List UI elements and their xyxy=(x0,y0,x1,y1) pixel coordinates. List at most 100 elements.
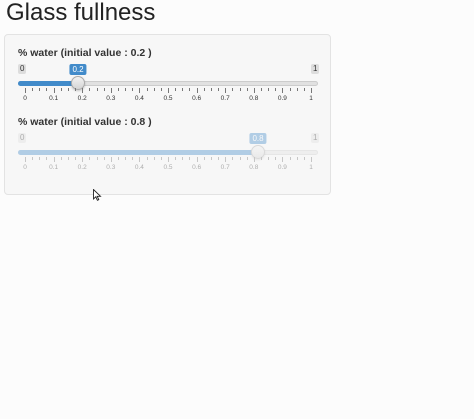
slider-tick-label: 0.2 xyxy=(77,164,87,171)
slider-minor-tick xyxy=(189,88,191,91)
slider-major-tick xyxy=(311,88,312,93)
slider-major-tick xyxy=(82,157,84,162)
slider-major-tick xyxy=(110,88,112,93)
slider-tick-label: 0.3 xyxy=(106,164,116,171)
slider-major-tick xyxy=(253,157,255,162)
water-slider-initial-08[interactable]: 0 1 0.8 0 0.1 0.2 0.3 0.4 0.5 0.6 0.7 0.8 0.9 1 xyxy=(0,133,330,193)
slider-minor-tick xyxy=(218,88,220,91)
slider-major-tick xyxy=(196,88,198,93)
slider-minor-tick xyxy=(303,88,305,91)
slider-ticks: 0 0.1 0.2 0.3 0.4 0.5 0.6 0.7 0.8 0.9 1 xyxy=(0,88,330,112)
slider-major-tick xyxy=(110,157,112,162)
slider-minor-tick xyxy=(175,88,177,91)
slider-tick-label: 0.4 xyxy=(134,164,144,171)
slider-minor-tick xyxy=(268,88,270,91)
slider-minor-tick xyxy=(246,157,248,160)
slider-minor-tick xyxy=(260,88,262,91)
slider-tick-label: 0 xyxy=(23,164,27,171)
slider-tick-label: 0.5 xyxy=(163,95,173,102)
water-slider-initial-02[interactable]: 0 1 0.2 0 0.1 0.2 0.3 0.4 0.5 0.6 0.7 0.8 0.9 1 xyxy=(0,64,330,124)
slider-minor-tick xyxy=(103,157,105,160)
slider-min-badge: 0 xyxy=(18,133,27,143)
slider-tick-label: 0.4 xyxy=(134,95,144,102)
slider-major-tick xyxy=(225,88,227,93)
slider-minor-tick xyxy=(67,157,69,160)
slider-major-tick xyxy=(196,157,198,162)
slider-minor-tick xyxy=(160,157,162,160)
slider-major-tick xyxy=(25,157,26,162)
slider-tick-label: 1 xyxy=(309,95,313,102)
slider-minor-tick xyxy=(32,157,34,160)
slider-max-badge: 1 xyxy=(311,64,320,74)
slider-minor-tick xyxy=(89,88,91,91)
slider-minor-tick xyxy=(153,88,155,91)
slider-major-tick xyxy=(139,88,141,93)
slider-minor-tick xyxy=(182,88,184,91)
slider-major-tick xyxy=(53,88,55,93)
slider-tick-label: 0.9 xyxy=(277,95,287,102)
slider-minor-tick xyxy=(117,88,119,91)
slider-value-badge: 0.2 xyxy=(69,64,87,75)
slider-tick-label: 0.1 xyxy=(49,95,59,102)
slider-ticks: 0 0.1 0.2 0.3 0.4 0.5 0.6 0.7 0.8 0.9 1 xyxy=(0,157,330,181)
slider-tick-label: 0.6 xyxy=(192,164,202,171)
slider-major-tick xyxy=(311,157,312,162)
slider-tick-label: 0.2 xyxy=(77,95,87,102)
slider-tick-label: 0.5 xyxy=(163,164,173,171)
slider-minor-tick xyxy=(39,88,41,91)
slider-minor-tick xyxy=(60,88,62,91)
slider-minor-tick xyxy=(60,157,62,160)
slider-minor-tick xyxy=(132,157,134,160)
slider-tick-label: 0.9 xyxy=(277,164,287,171)
slider-minor-tick xyxy=(160,88,162,91)
slider-minor-tick xyxy=(182,157,184,160)
slider-minor-tick xyxy=(75,157,77,160)
slider-major-tick xyxy=(139,157,141,162)
slider-major-tick xyxy=(282,88,284,93)
slider-tick-label: 0.3 xyxy=(106,95,116,102)
slider-tick-label: 0.1 xyxy=(49,164,59,171)
slider-minor-tick xyxy=(275,157,277,160)
slider-minor-tick xyxy=(96,88,98,91)
slider-minor-tick xyxy=(132,88,134,91)
slider-minor-tick xyxy=(189,157,191,160)
slider-tick-label: 1 xyxy=(309,164,313,171)
slider-major-tick xyxy=(168,88,169,93)
slider-value-badge: 0.8 xyxy=(249,133,267,144)
slider-minor-tick xyxy=(96,157,98,160)
slider-minor-tick xyxy=(289,157,291,160)
mouse-pointer-icon xyxy=(93,189,102,201)
slider-minor-tick xyxy=(32,88,34,91)
slider-label-initial-02: % water (initial value : 0.2 ) xyxy=(18,47,152,59)
slider-tick-label: 0.7 xyxy=(220,164,230,171)
slider-major-tick xyxy=(282,157,284,162)
slider-minor-tick xyxy=(153,157,155,160)
slider-tick-label: 0.8 xyxy=(249,95,259,102)
slider-major-tick xyxy=(225,157,227,162)
slider-minor-tick xyxy=(239,157,241,160)
slider-minor-tick xyxy=(218,157,220,160)
slider-minor-tick xyxy=(146,157,148,160)
slider-major-tick xyxy=(253,88,255,93)
slider-minor-tick xyxy=(89,157,91,160)
slider-minor-tick xyxy=(260,157,262,160)
slider-major-tick xyxy=(82,88,84,93)
slider-minor-tick xyxy=(46,157,48,160)
slider-minor-tick xyxy=(175,157,177,160)
slider-minor-tick xyxy=(268,157,270,160)
slider-minor-tick xyxy=(239,88,241,91)
slider-min-badge: 0 xyxy=(18,64,27,74)
slider-minor-tick xyxy=(103,88,105,91)
slider-minor-tick xyxy=(117,157,119,160)
slider-fill xyxy=(18,81,78,86)
slider-minor-tick xyxy=(203,88,205,91)
slider-minor-tick xyxy=(246,88,248,91)
slider-minor-tick xyxy=(203,157,205,160)
slider-minor-tick xyxy=(296,88,298,91)
slider-major-tick xyxy=(53,157,55,162)
slider-minor-tick xyxy=(125,88,127,91)
slider-minor-tick xyxy=(67,88,69,91)
slider-fill xyxy=(18,150,258,155)
slider-minor-tick xyxy=(275,88,277,91)
slider-minor-tick xyxy=(296,157,298,160)
